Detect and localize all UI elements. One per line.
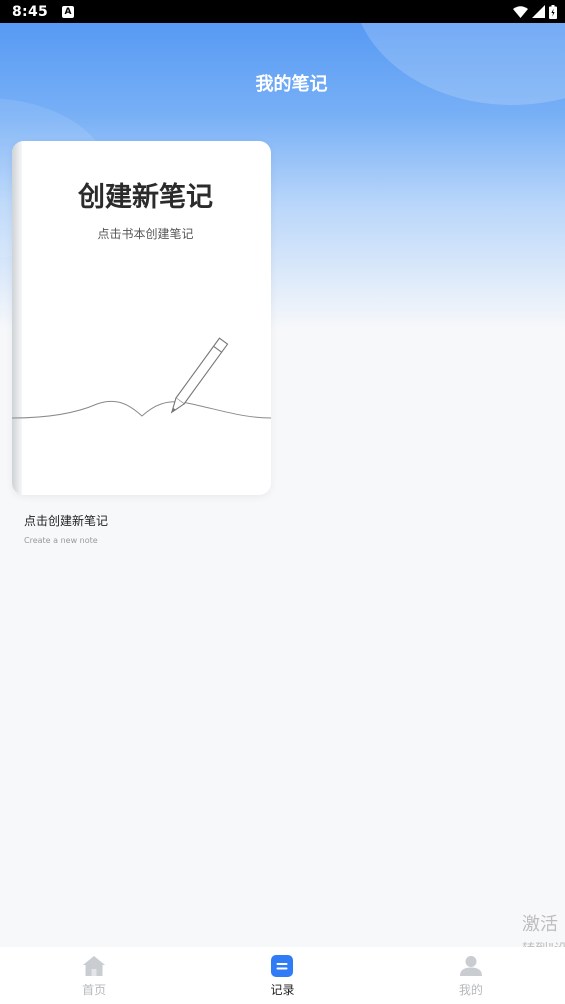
pencil-book-illustration [12, 337, 271, 419]
notification-badge: A [62, 5, 75, 18]
status-time: 8:45 [12, 3, 49, 20]
signal-icon [532, 5, 545, 18]
note-caption: 点击创建新笔记 [24, 514, 109, 528]
card-heading: 创建新笔记 [78, 182, 213, 213]
nav-item-home[interactable]: 首页 [0, 947, 188, 1004]
nav-item-profile[interactable]: 我的 [377, 947, 565, 1004]
status-bar: 8:45 A [0, 0, 565, 23]
nav-label-home: 首页 [82, 983, 107, 997]
note-caption-english: Create a new note [24, 536, 98, 545]
notes-icon [271, 955, 294, 977]
profile-icon [459, 955, 482, 977]
card-subheading: 点击书本创建笔记 [97, 227, 194, 241]
home-icon [82, 955, 106, 977]
battery-icon [549, 4, 557, 19]
nav-item-notes[interactable]: 记录 [188, 947, 376, 1004]
page-title: 我的笔记 [255, 74, 328, 95]
activation-watermark-title: 激活 [522, 914, 558, 935]
wifi-icon [513, 5, 528, 18]
bottom-navigation: 首页 记录 我的 [0, 947, 565, 1004]
status-icons [513, 4, 557, 19]
nav-label-notes: 记录 [270, 983, 295, 997]
nav-label-profile: 我的 [458, 983, 483, 997]
create-note-card[interactable]: 创建新笔记 点击书本创建笔记 [12, 141, 271, 495]
